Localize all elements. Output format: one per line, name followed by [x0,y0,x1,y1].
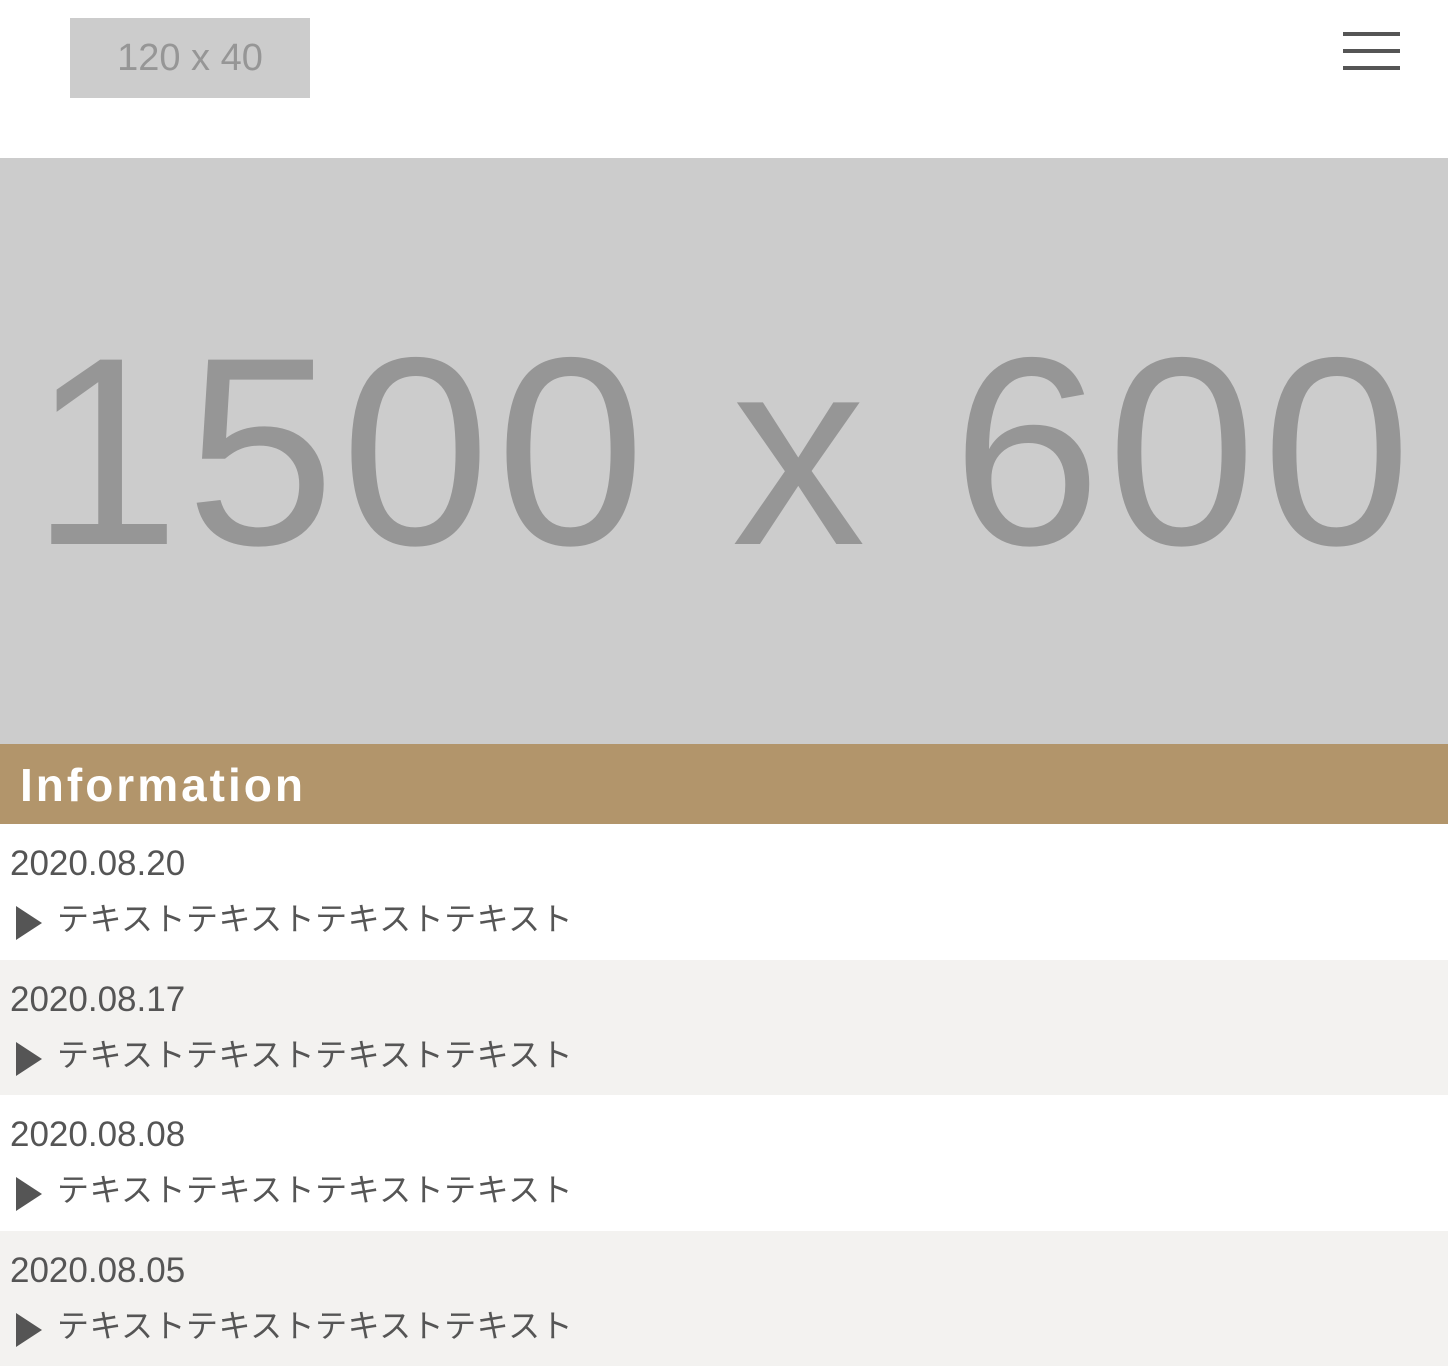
list-item: 2020.08.17 テキストテキストテキストテキスト [0,960,1448,1096]
news-title: テキストテキストテキストテキスト [57,898,573,940]
menu-bar-bottom [1343,66,1400,70]
list-item: 2020.08.05 テキストテキストテキストテキスト [0,1231,1448,1366]
triangle-right-icon [16,1313,42,1347]
news-date: 2020.08.05 [10,1251,185,1291]
site-header: 120 x 40 [0,0,1448,158]
list-item: 2020.08.08 テキストテキストテキストテキスト [0,1095,1448,1231]
menu-bar-middle [1343,49,1400,53]
triangle-right-icon [16,1042,42,1076]
information-title: Information [20,744,306,824]
news-title: テキストテキストテキストテキスト [57,1305,573,1347]
menu-bar-top [1343,32,1400,36]
news-date: 2020.08.20 [10,844,185,884]
news-link[interactable]: テキストテキストテキストテキスト [16,898,573,940]
news-date: 2020.08.17 [10,980,185,1020]
news-link[interactable]: テキストテキストテキストテキスト [16,1034,573,1076]
news-title: テキストテキストテキストテキスト [57,1169,573,1211]
hero-placeholder-text: 1500 x 600 [31,297,1417,606]
news-date: 2020.08.08 [10,1115,185,1155]
information-heading-bar: Information [0,744,1448,824]
hero-image-placeholder: 1500 x 600 [0,158,1448,744]
logo-text: 120 x 40 [117,37,263,80]
triangle-right-icon [16,906,42,940]
hamburger-menu-icon[interactable] [1343,32,1400,72]
news-link[interactable]: テキストテキストテキストテキスト [16,1169,573,1211]
triangle-right-icon [16,1177,42,1211]
list-item: 2020.08.20 テキストテキストテキストテキスト [0,824,1448,960]
news-list: 2020.08.20 テキストテキストテキストテキスト 2020.08.17 テ… [0,824,1448,1366]
logo-placeholder[interactable]: 120 x 40 [70,18,310,98]
news-title: テキストテキストテキストテキスト [57,1034,573,1076]
news-link[interactable]: テキストテキストテキストテキスト [16,1305,573,1347]
